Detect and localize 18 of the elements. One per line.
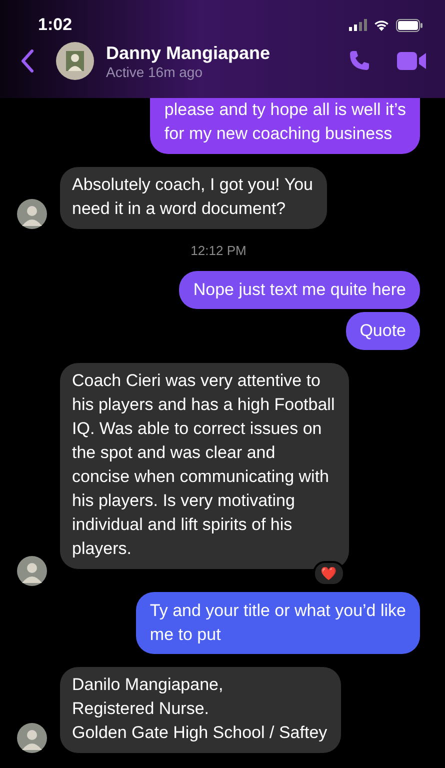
avatar[interactable] [56,42,94,80]
contact-name: Danny Mangiapane [106,42,272,64]
battery-icon [396,18,423,32]
received-message: Danilo Mangiapane, Registered Nurse. Golden Gate High School / Saftey [60,667,342,753]
wifi-icon [373,19,390,31]
reaction: ❤ [312,561,345,586]
active-status: Active 16m ago [106,64,204,80]
sent-message: Ty and your title or what you’d like me to put [136,592,420,654]
signal-icon [349,19,367,31]
video-call-icon[interactable] [397,51,427,71]
received-message: Absolutely coach, I got you! You need it in a word document? [60,167,328,229]
sent-message: Nope just text me quite here [179,271,420,309]
sent-message: please and ty hope all is well it’s for my new coaching business [150,98,420,154]
back-icon[interactable] [20,49,34,73]
status-time: 1:02 [38,15,72,35]
sent-message: Quote [346,312,420,350]
timestamp: 12:12 PM [190,243,246,258]
phone-icon[interactable] [347,49,371,73]
